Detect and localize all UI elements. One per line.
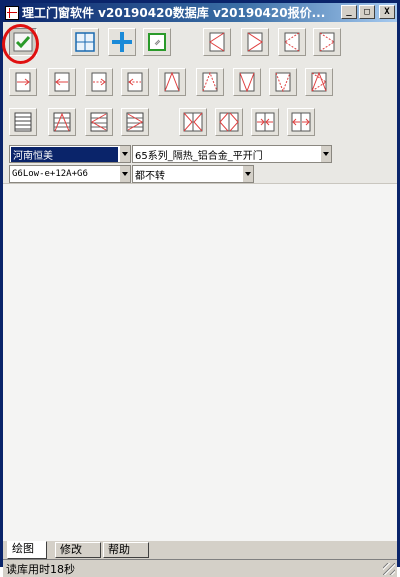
open-top-button[interactable] bbox=[158, 68, 186, 96]
window-controls: _ □ X bbox=[341, 5, 395, 19]
open-left-dashed-icon bbox=[284, 32, 300, 52]
close-button[interactable]: X bbox=[379, 5, 395, 19]
open-bottom-dashed-icon bbox=[275, 72, 291, 92]
tilt-turn-button[interactable] bbox=[305, 68, 333, 96]
status-text: 读库用时18秒 bbox=[6, 562, 75, 576]
slide-left-button[interactable] bbox=[48, 68, 76, 96]
cross-split-button[interactable] bbox=[108, 28, 136, 56]
tab-draw[interactable]: 绘图 bbox=[7, 541, 47, 559]
slide-right-dashed-icon bbox=[91, 72, 107, 92]
slide-left-dashed-button[interactable] bbox=[121, 68, 149, 96]
fixed-glass-button[interactable] bbox=[143, 28, 171, 56]
slide-right-icon bbox=[15, 72, 31, 92]
open-right-dashed-icon bbox=[319, 32, 335, 52]
chevron-down-icon[interactable] bbox=[119, 146, 130, 162]
glass-value: G6Low-e+12A+G6 bbox=[12, 169, 88, 179]
slide-left-icon bbox=[54, 72, 70, 92]
status-bar: 读库用时18秒 bbox=[3, 559, 397, 577]
double-open-out-icon bbox=[183, 112, 203, 132]
louver-top-button[interactable] bbox=[48, 108, 76, 136]
cross-split-icon bbox=[112, 32, 132, 52]
louver-right-icon bbox=[126, 112, 144, 132]
tilt-turn-icon bbox=[311, 72, 327, 92]
open-left-button[interactable] bbox=[203, 28, 231, 56]
glass-combo[interactable]: G6Low-e+12A+G6 bbox=[9, 165, 131, 183]
double-slide-in-button[interactable] bbox=[251, 108, 279, 136]
louver-icon bbox=[14, 112, 32, 132]
open-bottom-icon bbox=[239, 72, 255, 92]
app-icon[interactable] bbox=[5, 5, 19, 20]
slide-right-dashed-button[interactable] bbox=[85, 68, 113, 96]
open-left-dashed-button[interactable] bbox=[278, 28, 306, 56]
series-combo[interactable]: 65系列_隔热_铝合金_平开门 bbox=[132, 145, 332, 163]
combo-row-top: 河南恒美 65系列_隔热_铝合金_平开门 bbox=[3, 144, 397, 164]
rotation-combo[interactable]: 都不转 bbox=[132, 165, 254, 183]
client-area: 河南恒美 65系列_隔热_铝合金_平开门 G6Low-e+12A+G6 都不转 … bbox=[2, 22, 397, 577]
minimize-button[interactable]: _ bbox=[341, 5, 357, 19]
louver-right-button[interactable] bbox=[121, 108, 149, 136]
double-open-in-button[interactable] bbox=[215, 108, 243, 136]
louver-left-button[interactable] bbox=[85, 108, 113, 136]
open-top-dashed-button[interactable] bbox=[196, 68, 224, 96]
open-top-icon bbox=[164, 72, 180, 92]
app-window: 理工门窗软件 v20190420数据库 v20190420报价... _ □ X… bbox=[0, 0, 400, 577]
brand-combo[interactable]: 河南恒美 bbox=[9, 145, 131, 163]
brand-value: 河南恒美 bbox=[10, 146, 119, 162]
shape-toolbar bbox=[3, 22, 397, 144]
double-slide-out-button[interactable] bbox=[287, 108, 315, 136]
chevron-down-icon[interactable] bbox=[320, 146, 331, 162]
open-right-icon bbox=[247, 32, 263, 52]
tab-modify[interactable]: 修改 bbox=[55, 542, 101, 558]
combo-row-bottom: G6Low-e+12A+G6 都不转 bbox=[3, 164, 397, 184]
chevron-down-icon[interactable] bbox=[119, 166, 130, 182]
double-slide-out-icon bbox=[291, 112, 311, 132]
chevron-down-icon[interactable] bbox=[242, 166, 253, 182]
drawing-canvas[interactable] bbox=[3, 184, 397, 541]
double-open-out-button[interactable] bbox=[179, 108, 207, 136]
open-bottom-button[interactable] bbox=[233, 68, 261, 96]
rotation-value: 都不转 bbox=[135, 170, 165, 182]
maximize-button[interactable]: □ bbox=[359, 5, 375, 19]
fixed-glass-icon bbox=[148, 33, 166, 51]
window-title: 理工门窗软件 v20190420数据库 v20190420报价... bbox=[22, 6, 326, 20]
series-value: 65系列_隔热_铝合金_平开门 bbox=[135, 150, 263, 162]
louver-button[interactable] bbox=[9, 108, 37, 136]
grid-split-button[interactable] bbox=[71, 28, 99, 56]
open-right-button[interactable] bbox=[241, 28, 269, 56]
louver-left-icon bbox=[90, 112, 108, 132]
highlight-circle bbox=[2, 24, 39, 64]
open-bottom-dashed-button[interactable] bbox=[269, 68, 297, 96]
double-slide-in-icon bbox=[255, 112, 275, 132]
grid-split-icon bbox=[75, 32, 95, 52]
resize-grip[interactable] bbox=[383, 563, 395, 575]
title-bar[interactable]: 理工门窗软件 v20190420数据库 v20190420报价... _ □ X bbox=[3, 3, 397, 22]
double-open-in-icon bbox=[219, 112, 239, 132]
open-right-dashed-button[interactable] bbox=[313, 28, 341, 56]
louver-top-icon bbox=[53, 112, 71, 132]
tab-strip: 绘图 修改 帮助 bbox=[3, 541, 397, 559]
slide-right-button[interactable] bbox=[9, 68, 37, 96]
open-left-icon bbox=[209, 32, 225, 52]
slide-left-dashed-icon bbox=[127, 72, 143, 92]
tab-help[interactable]: 帮助 bbox=[103, 542, 149, 558]
open-top-dashed-icon bbox=[202, 72, 218, 92]
